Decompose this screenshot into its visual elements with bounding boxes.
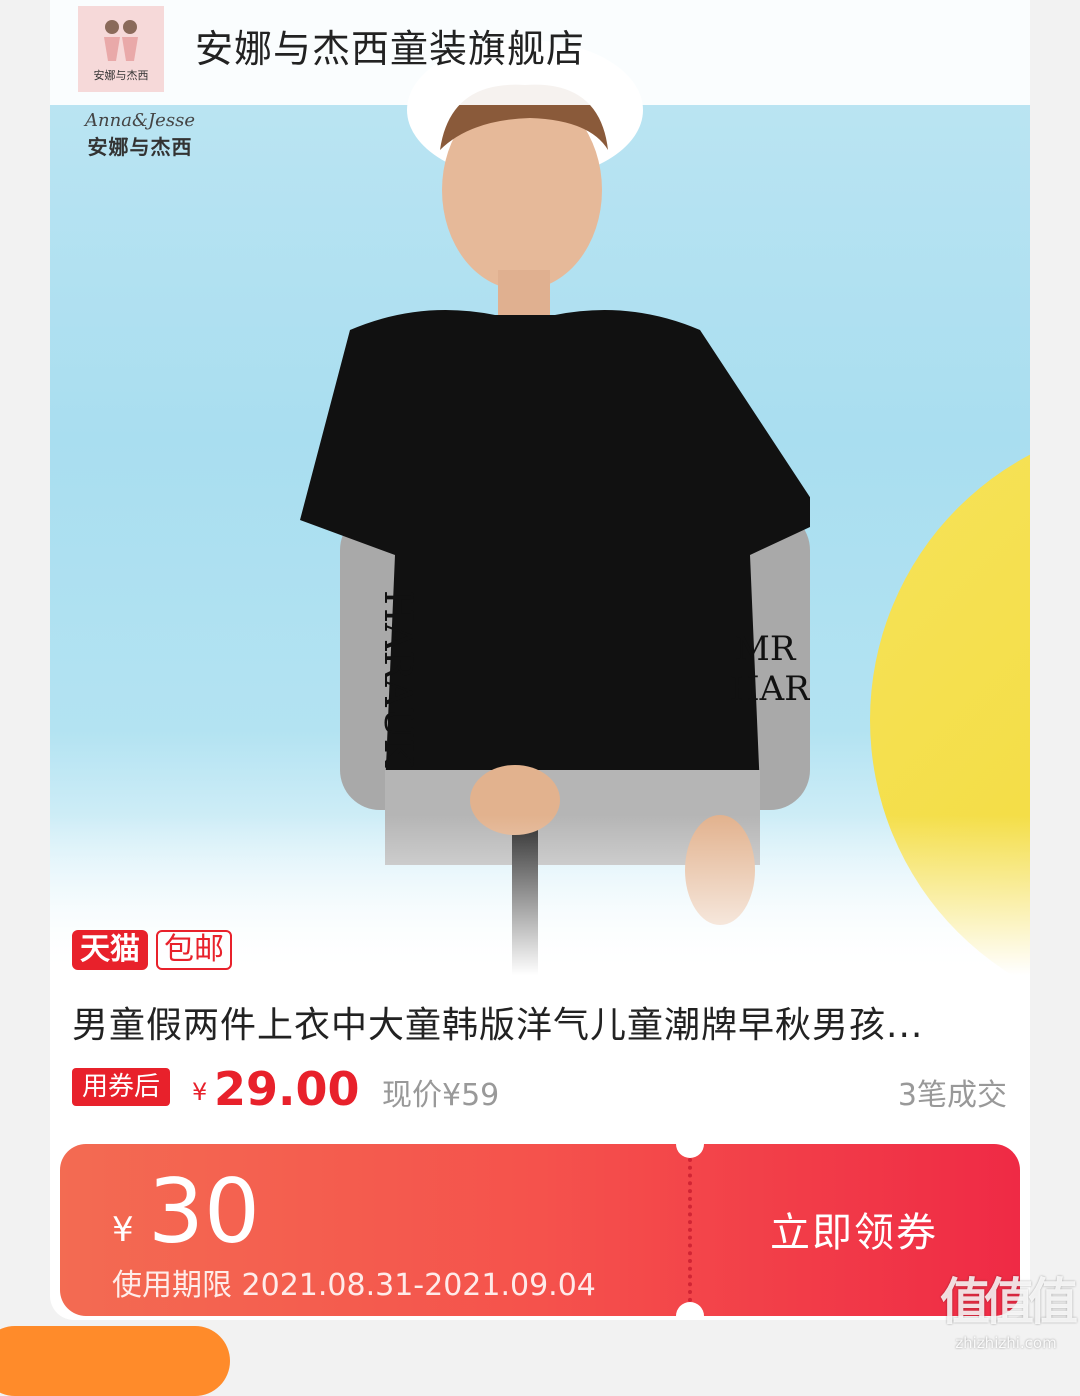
sales-count: 3笔成交 xyxy=(897,1078,1007,1113)
final-price: 29.00 xyxy=(214,1062,360,1116)
price-row: 用券后 ¥ 29.00 现价¥59 3笔成交 xyxy=(72,1062,1007,1118)
coupon-notch-bottom xyxy=(676,1302,704,1316)
coupon-validity: 使用期限 2021.08.31-2021.09.04 xyxy=(112,1268,596,1303)
site-watermark-logo: 值值值 xyxy=(940,1273,1078,1331)
brand-watermark-en: Anna&Jesse xyxy=(85,110,195,131)
claim-coupon-button[interactable]: 立即领券 xyxy=(770,1200,938,1258)
next-card-edge xyxy=(0,1326,230,1396)
product-card[interactable]: HARAUK MR HARA Anna&Jesse 安娜与杰西 xyxy=(50,0,1030,1320)
tmall-badge: 天猫 xyxy=(72,930,148,970)
free-shipping-badge: 包邮 xyxy=(156,930,232,970)
product-tags: 天猫 包邮 xyxy=(72,930,232,970)
product-image[interactable]: HARAUK MR HARA Anna&Jesse 安娜与杰西 xyxy=(50,0,1030,975)
svg-text:MR: MR xyxy=(735,629,797,669)
store-name[interactable]: 安娜与杰西童装旗舰店 xyxy=(195,18,585,73)
store-logo-text: 安娜与杰西 xyxy=(93,69,149,82)
brand-watermark-cn: 安娜与杰西 xyxy=(87,135,193,159)
store-logo[interactable]: 安娜与杰西 xyxy=(78,6,164,92)
svg-text:HARAUK: HARAUK xyxy=(376,590,420,768)
product-title[interactable]: 男童假两件上衣中大童韩版洋气儿童潮牌早秋男孩... xyxy=(72,996,1002,1048)
coupon-currency: ¥ xyxy=(112,1210,134,1250)
original-price: 现价¥59 xyxy=(382,1078,500,1113)
store-header[interactable]: 安娜与杰西 安娜与杰西童装旗舰店 xyxy=(50,0,1030,105)
coupon-notch-top xyxy=(676,1144,704,1158)
svg-text:HARA: HARA xyxy=(730,669,810,709)
site-watermark: 值值值 zhizhizhi.com xyxy=(940,1262,1078,1352)
coupon-amount: 30 xyxy=(148,1160,260,1263)
price-currency: ¥ xyxy=(192,1078,208,1106)
coupon-banner[interactable]: ¥ 30 使用期限 2021.08.31-2021.09.04 立即领券 xyxy=(60,1144,1020,1316)
after-coupon-label: 用券后 xyxy=(72,1068,171,1106)
coupon-divider xyxy=(688,1158,692,1302)
site-watermark-url: zhizhizhi.com xyxy=(955,1334,1057,1352)
store-logo-figures-icon xyxy=(104,20,138,61)
brand-watermark: Anna&Jesse 安娜与杰西 xyxy=(75,110,205,165)
